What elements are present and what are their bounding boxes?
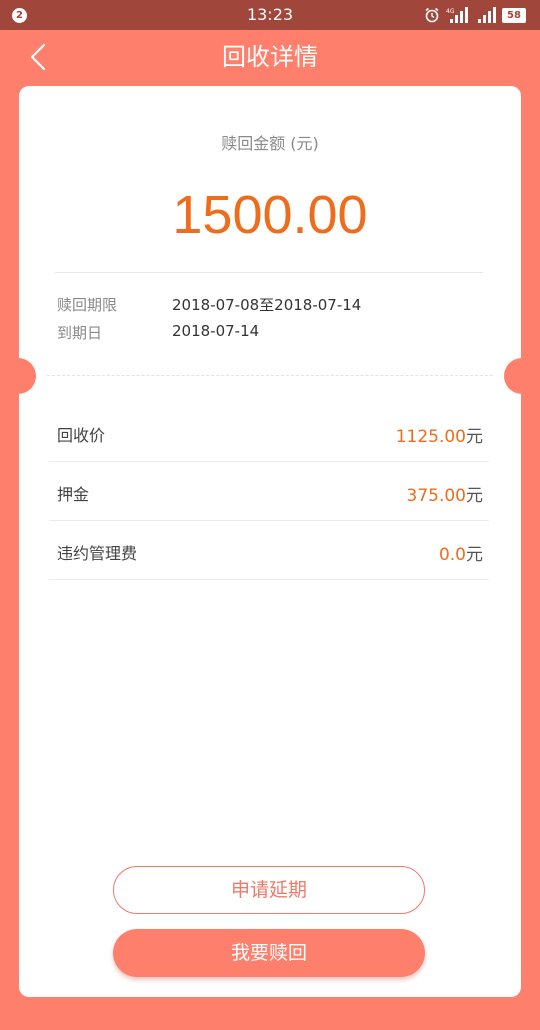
redeem-amount-value: 1500.00 [172, 185, 368, 245]
recycle-price-label: 回收价 [57, 426, 106, 445]
deposit-label: 押金 [57, 485, 90, 504]
period-label: 赎回期限 [57, 296, 118, 314]
page-title: 回收详情 [222, 43, 318, 71]
redeem-button[interactable]: 我要赎回 [113, 929, 425, 977]
status-icons: 4G 58 [424, 6, 526, 24]
redeem-amount-label: 赎回金额 (元) [221, 134, 319, 153]
due-date-label: 到期日 [57, 324, 103, 342]
recycle-price-amount: 1125.00 [395, 427, 466, 447]
recycle-price-value: 1125.00元 [396, 422, 483, 447]
card-notch-left [0, 358, 36, 394]
divider [55, 272, 483, 273]
penalty-fee-label: 违约管理费 [57, 544, 138, 563]
deposit-unit: 元 [466, 486, 483, 506]
header: 回收详情 [0, 30, 540, 85]
back-chevron-icon[interactable] [24, 42, 54, 72]
fee-row-recycle-price: 回收价 1125.00元 [49, 404, 489, 462]
signal-icon [478, 7, 496, 23]
battery-icon: 58 [502, 7, 526, 23]
period-value: 2018-07-08至2018-07-14 [172, 296, 362, 314]
deposit-value: 375.00元 [407, 481, 483, 506]
fee-row-penalty-fee: 违约管理费 0.0元 [49, 522, 489, 580]
penalty-fee-unit: 元 [466, 545, 483, 565]
penalty-fee-amount: 0.0 [438, 545, 466, 565]
penalty-fee-value: 0.0元 [439, 540, 483, 565]
due-date-value: 2018-07-14 [172, 322, 260, 340]
alarm-clock-icon [425, 7, 439, 23]
dashed-divider [47, 375, 493, 376]
status-bar: 2 13:23 4G 58 [0, 0, 540, 30]
network-type-label: 4G [446, 8, 455, 15]
deposit-amount: 375.00 [406, 486, 466, 506]
fee-row-deposit: 押金 375.00元 [49, 463, 489, 521]
detail-card: 赎回金额 (元) 1500.00 赎回期限 2018-07-08至2018-07… [0, 86, 540, 997]
apply-extension-button[interactable]: 申请延期 [113, 866, 425, 914]
recycle-price-unit: 元 [466, 427, 483, 447]
signal-4g-icon: 4G [446, 7, 468, 23]
card-notch-right [504, 358, 540, 394]
